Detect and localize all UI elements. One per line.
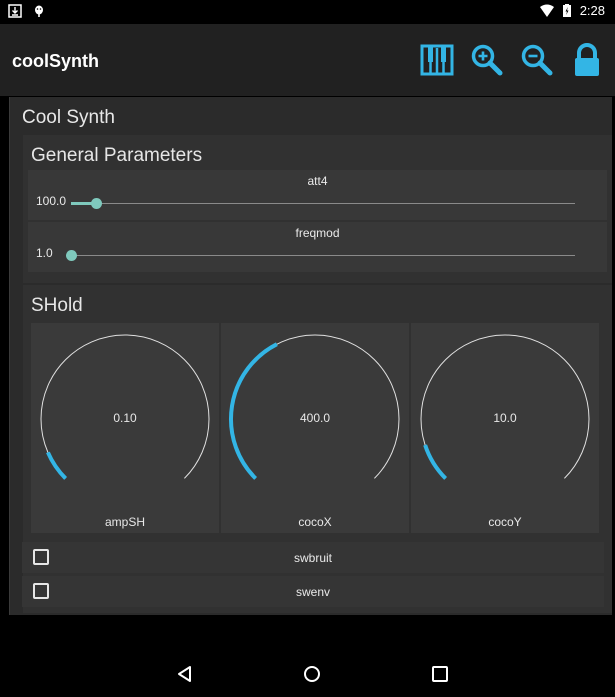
knob-label: cocoX xyxy=(298,515,332,529)
knob-dial[interactable] xyxy=(31,323,219,533)
knob-dial[interactable] xyxy=(221,323,409,533)
zoom-in-icon[interactable] xyxy=(469,42,505,78)
slider-value: 1.0 xyxy=(36,246,53,260)
knob-track xyxy=(40,334,210,479)
knob-label: cocoY xyxy=(488,515,522,529)
group-title: General Parameters xyxy=(31,145,203,166)
knob-cocoy: 10.0 cocoY xyxy=(411,323,599,533)
navigation-bar xyxy=(0,648,615,697)
status-bar: 2:28 xyxy=(0,0,615,24)
group-title: SHold xyxy=(31,295,83,316)
wifi-icon xyxy=(539,4,554,17)
knob-value: 0.10 xyxy=(113,411,137,425)
knob-value: 10.0 xyxy=(493,411,517,425)
slider-att4: att4 100.0 xyxy=(28,170,607,220)
knob-value: 400.0 xyxy=(299,411,331,425)
app-title: coolSynth xyxy=(12,51,100,71)
knob-value-arc xyxy=(423,444,448,480)
android-icon xyxy=(35,5,43,17)
slider-track[interactable] xyxy=(66,250,575,261)
knob-cocox: 400.0 cocoX xyxy=(221,323,409,533)
knob-label: ampSH xyxy=(104,515,145,529)
slider-name: att4 xyxy=(307,174,328,188)
slider-thumb[interactable] xyxy=(66,250,77,261)
knob-ampsh: 0.10 ampSH xyxy=(31,323,219,533)
back-icon[interactable] xyxy=(175,664,195,684)
knob-dial[interactable] xyxy=(411,323,599,533)
checkbox-row-swenv[interactable]: swenv xyxy=(22,576,604,607)
download-icon xyxy=(8,4,22,18)
slider-track[interactable] xyxy=(71,198,575,209)
checkbox-row-swbruit[interactable]: swbruit xyxy=(22,542,604,573)
home-icon[interactable] xyxy=(302,664,322,684)
knob-track xyxy=(420,334,590,479)
panel-title: Cool Synth xyxy=(22,107,115,128)
checkbox-label: swenv xyxy=(295,585,330,599)
keyboard-icon[interactable] xyxy=(419,42,455,78)
battery-icon xyxy=(562,3,571,17)
slider-freqmod: freqmod 1.0 xyxy=(28,222,607,272)
slider-value: 100.0 xyxy=(36,194,67,208)
knob-value-arc xyxy=(46,451,68,480)
checkbox-label: swbruit xyxy=(293,551,332,565)
app-bar: coolSynth xyxy=(0,24,615,96)
lock-icon[interactable] xyxy=(569,42,605,78)
slider-name: freqmod xyxy=(295,226,340,240)
recents-icon[interactable] xyxy=(430,664,450,684)
status-time: 2:28 xyxy=(579,3,605,18)
slider-thumb[interactable] xyxy=(91,198,103,209)
app-bar-actions xyxy=(419,42,605,78)
zoom-out-icon[interactable] xyxy=(519,42,555,78)
